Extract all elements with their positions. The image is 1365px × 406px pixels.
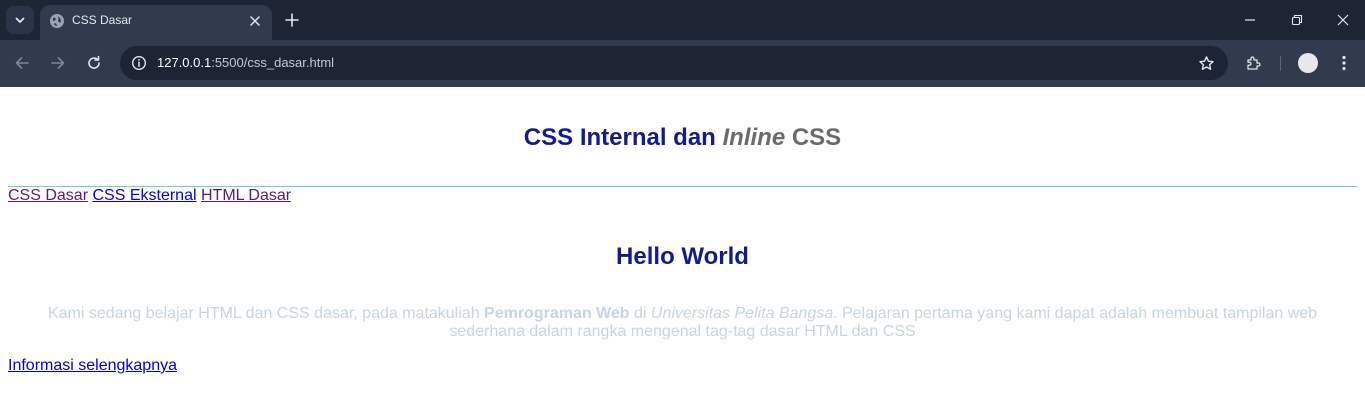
globe-icon [50,14,64,28]
reload-button[interactable] [82,51,106,75]
page-title: CSS Internal dan Inline CSS [0,124,1365,152]
hello-heading: Hello World [616,243,749,270]
new-tab-button[interactable] [280,8,304,32]
star-icon [1198,55,1214,70]
page-title-part1: CSS Internal dan [523,124,723,151]
close-icon [250,16,260,26]
paragraph-italic: Universitas Pelita Bangsa [650,305,834,322]
restore-icon [1291,14,1303,26]
back-button[interactable] [10,51,34,75]
nav-link-css-dasar[interactable]: CSS Dasar [8,187,88,204]
tab-close-button[interactable] [246,12,264,30]
browser-menu-button[interactable] [1334,52,1354,74]
avatar[interactable] [1298,53,1318,73]
bookmark-button[interactable] [1196,53,1216,73]
paragraph-text-2: di [629,305,651,322]
chevron-down-icon [15,17,25,23]
nav-link-css-eksternal[interactable]: CSS Eksternal [92,187,196,204]
minimize-icon [1245,19,1255,21]
restore-button[interactable] [1279,6,1315,34]
intro-paragraph: Kami sedang belajar HTML dan CSS dasar, … [8,305,1357,341]
arrow-right-icon [51,57,65,69]
info-icon [131,55,147,71]
tab-title: CSS Dasar [72,13,133,27]
more-info-link[interactable]: Informasi selengkapnya [8,357,177,375]
address-bar[interactable]: 127.0.0.1:5500/css_dasar.html [120,46,1228,80]
url-host: 127.0.0.1 [157,55,212,70]
nav-links: CSS Dasar CSS Eksternal HTML Dasar [8,187,291,205]
arrow-left-icon [15,57,29,69]
site-info-button[interactable] [128,52,150,74]
browser-toolbar: 127.0.0.1:5500/css_dasar.html [0,40,1365,87]
page-title-part2: CSS [785,124,842,151]
close-window-button[interactable] [1325,6,1361,34]
tab-css-dasar[interactable]: CSS Dasar [40,5,272,40]
reload-icon [88,55,100,69]
url-text[interactable]: 127.0.0.1:5500/css_dasar.html [157,55,334,70]
plus-icon [285,13,299,27]
page-title-italic: Inline [722,124,786,151]
minimize-button[interactable] [1232,6,1268,34]
nav-link-html-dasar[interactable]: HTML Dasar [201,187,291,204]
tab-strip: CSS Dasar [0,0,1365,40]
tab-search-button[interactable] [6,6,34,34]
extensions-button[interactable] [1243,52,1265,74]
page-title-inline-css: Inline CSS [723,124,842,151]
page-viewport: CSS Internal dan Inline CSS CSS Dasar CS… [0,87,1365,406]
paragraph-bold: Pemrograman Web [484,305,630,322]
close-icon [1337,14,1349,26]
kebab-icon [1342,55,1346,71]
forward-button[interactable] [46,51,70,75]
url-path: :5500/css_dasar.html [211,55,335,70]
paragraph-text-1: Kami sedang belajar HTML dan CSS dasar, … [47,305,485,322]
puzzle-icon [1247,56,1261,70]
toolbar-divider [1280,56,1281,71]
